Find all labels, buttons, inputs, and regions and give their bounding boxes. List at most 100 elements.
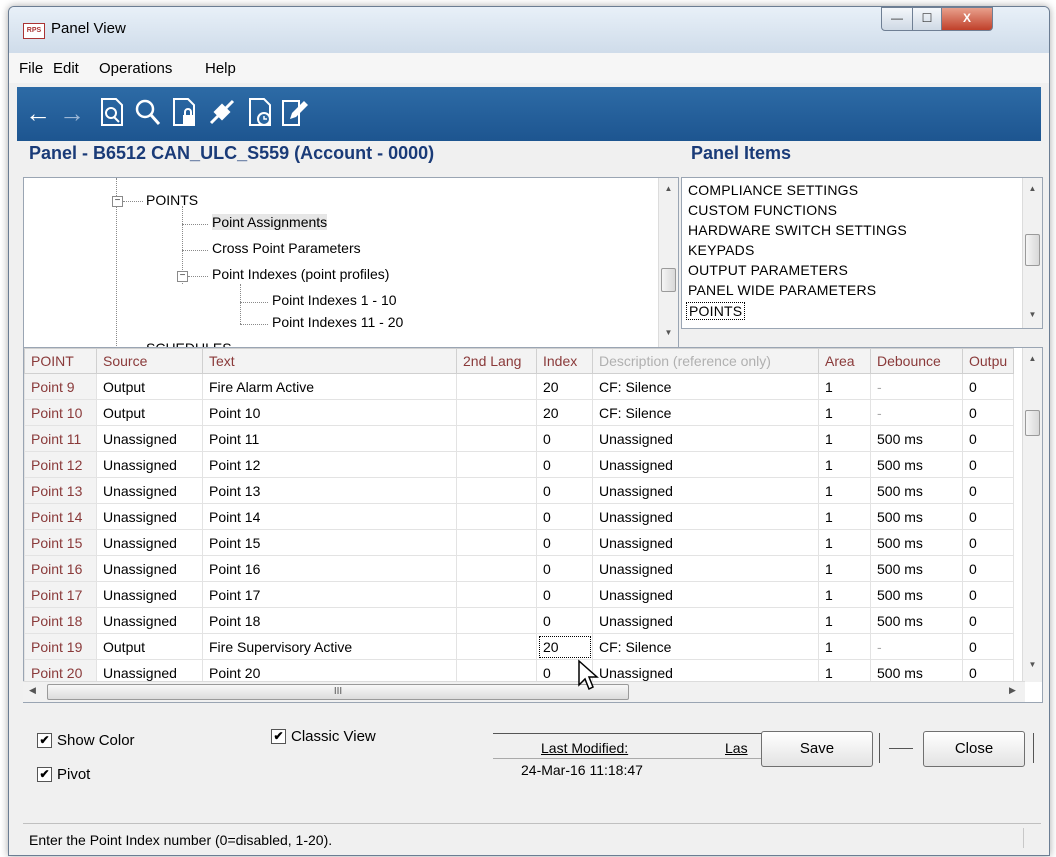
scroll-right-icon[interactable]: ▶ [1009, 685, 1016, 696]
edit-document-icon[interactable] [279, 97, 309, 129]
table-cell[interactable] [456, 451, 537, 478]
table-cell[interactable] [456, 529, 537, 556]
classic-view-checkbox[interactable]: ✔ [271, 729, 286, 744]
table-cell[interactable] [456, 555, 537, 582]
collapse-icon[interactable]: − [112, 196, 123, 207]
close-button[interactable]: Close [923, 731, 1025, 767]
connect-icon[interactable] [207, 97, 237, 129]
tree-node-point-indexes-11-20[interactable]: Point Indexes 11 - 20 [272, 314, 403, 330]
table-cell[interactable]: 1 [818, 451, 871, 478]
table-cell[interactable] [456, 503, 537, 530]
pivot-checkbox[interactable]: ✔ [37, 767, 52, 782]
table-cell[interactable]: - [870, 373, 963, 400]
table-cell[interactable]: Output [96, 633, 203, 660]
tree-node-points[interactable]: POINTS [146, 192, 198, 208]
table-cell[interactable]: - [870, 633, 963, 660]
table-cell[interactable]: Unassigned [592, 555, 819, 582]
table-cell[interactable]: 500 ms [870, 477, 963, 504]
table-cell[interactable]: Unassigned [96, 581, 203, 608]
table-cell[interactable]: Unassigned [96, 477, 203, 504]
table-cell[interactable]: 0 [536, 555, 593, 582]
search-icon[interactable] [133, 97, 163, 129]
table-cell[interactable]: 1 [818, 477, 871, 504]
list-item[interactable]: OUTPUT PARAMETERS [688, 262, 848, 278]
table-cell[interactable]: 1 [818, 373, 871, 400]
column-header-area[interactable]: Area [818, 348, 871, 374]
scroll-up-icon[interactable]: ▲ [1023, 354, 1042, 363]
table-cell[interactable]: 0 [961, 425, 1015, 452]
table-cell[interactable]: Unassigned [592, 529, 819, 556]
table-cell[interactable]: Point 14 [202, 503, 457, 530]
column-header-source[interactable]: Source [96, 348, 203, 374]
scroll-thumb[interactable]: III [47, 684, 629, 700]
table-cell[interactable]: 500 ms [870, 503, 963, 530]
table-cell[interactable]: 0 [961, 555, 1015, 582]
column-header-index[interactable]: Index [536, 348, 593, 374]
column-header-debounce[interactable]: Debounce [870, 348, 963, 374]
classic-view-label[interactable]: Classic View [291, 728, 376, 745]
close-window-button[interactable]: X [941, 7, 993, 31]
table-cell[interactable]: Point 15 [202, 529, 457, 556]
table-row[interactable]: Point 14 Unassigned Point 14 0 Unassigned 1 50… [24, 503, 1015, 530]
table-cell[interactable]: Unassigned [592, 425, 819, 452]
table-cell[interactable]: 0 [961, 529, 1015, 556]
table-row[interactable]: Point 16 Unassigned Point 16 0 Unassigned 1 50… [24, 555, 1015, 582]
back-arrow-icon[interactable]: ← [23, 97, 53, 129]
table-cell[interactable] [456, 373, 537, 400]
table-cell[interactable]: 500 ms [870, 581, 963, 608]
list-item[interactable]: CUSTOM FUNCTIONS [688, 202, 837, 218]
table-cell[interactable]: Unassigned [592, 451, 819, 478]
pivot-label[interactable]: Pivot [57, 766, 90, 783]
table-cell[interactable]: 0 [536, 451, 593, 478]
table-row[interactable]: Point 19 Output Fire Supervisory Active 20 C… [24, 633, 1015, 660]
table-cell[interactable]: 20 [536, 399, 593, 426]
point-grid[interactable]: POINT Source Text 2nd Lang Index Descrip… [23, 347, 1043, 703]
table-cell[interactable]: 0 [536, 503, 593, 530]
list-item[interactable]: HARDWARE SWITCH SETTINGS [688, 222, 907, 238]
table-cell[interactable]: 500 ms [870, 529, 963, 556]
menu-help[interactable]: Help [205, 60, 236, 77]
table-cell[interactable]: 20 [536, 373, 593, 400]
table-cell[interactable]: CF: Silence [592, 373, 819, 400]
panel-tree[interactable]: − POINTS Point Assignments Cross Point P… [23, 177, 679, 349]
table-cell[interactable]: 0 [536, 581, 593, 608]
table-cell[interactable]: Unassigned [96, 503, 203, 530]
table-cell[interactable]: 1 [818, 425, 871, 452]
table-cell[interactable]: 0 [961, 399, 1015, 426]
table-cell[interactable]: Point 10 [202, 399, 457, 426]
table-cell[interactable]: 0 [961, 633, 1015, 660]
table-cell[interactable]: 0 [536, 529, 593, 556]
table-cell[interactable]: Unassigned [592, 607, 819, 634]
table-cell[interactable] [456, 607, 537, 634]
show-color-label[interactable]: Show Color [57, 732, 135, 749]
save-button[interactable]: Save [761, 731, 873, 767]
table-cell[interactable]: 0 [961, 503, 1015, 530]
table-cell[interactable]: Unassigned [96, 607, 203, 634]
tree-node-point-assignments[interactable]: Point Assignments [212, 214, 328, 230]
list-item[interactable]: COMPLIANCE SETTINGS [688, 182, 858, 198]
grid-horizontal-scrollbar[interactable]: ◀ III ▶ [23, 681, 1025, 702]
collapse-icon[interactable]: − [177, 271, 188, 282]
scroll-down-icon[interactable]: ▼ [659, 328, 678, 337]
table-cell[interactable]: 1 [818, 581, 871, 608]
column-header-description[interactable]: Description (reference only) [592, 348, 819, 374]
table-row[interactable]: Point 15 Unassigned Point 15 0 Unassigned 1 50… [24, 529, 1015, 556]
table-cell[interactable]: Output [96, 373, 203, 400]
menu-edit[interactable]: Edit [53, 60, 79, 77]
column-header-2nd-lang[interactable]: 2nd Lang [456, 348, 537, 374]
scroll-up-icon[interactable]: ▲ [1023, 184, 1042, 193]
table-cell[interactable]: 0 [961, 581, 1015, 608]
table-cell[interactable]: 0 [961, 451, 1015, 478]
table-cell[interactable]: 1 [818, 555, 871, 582]
point-table[interactable]: POINT Source Text 2nd Lang Index Descrip… [24, 348, 1015, 686]
table-cell[interactable]: 500 ms [870, 607, 963, 634]
table-cell[interactable]: - [870, 399, 963, 426]
scroll-left-icon[interactable]: ◀ [29, 685, 36, 696]
scroll-up-icon[interactable]: ▲ [659, 184, 678, 193]
resize-grip-icon[interactable] [1023, 828, 1038, 848]
table-cell[interactable]: Point 17 [202, 581, 457, 608]
table-cell[interactable]: 1 [818, 399, 871, 426]
print-preview-icon[interactable] [97, 97, 127, 129]
scroll-thumb[interactable] [661, 268, 676, 292]
table-cell[interactable]: Output [96, 399, 203, 426]
